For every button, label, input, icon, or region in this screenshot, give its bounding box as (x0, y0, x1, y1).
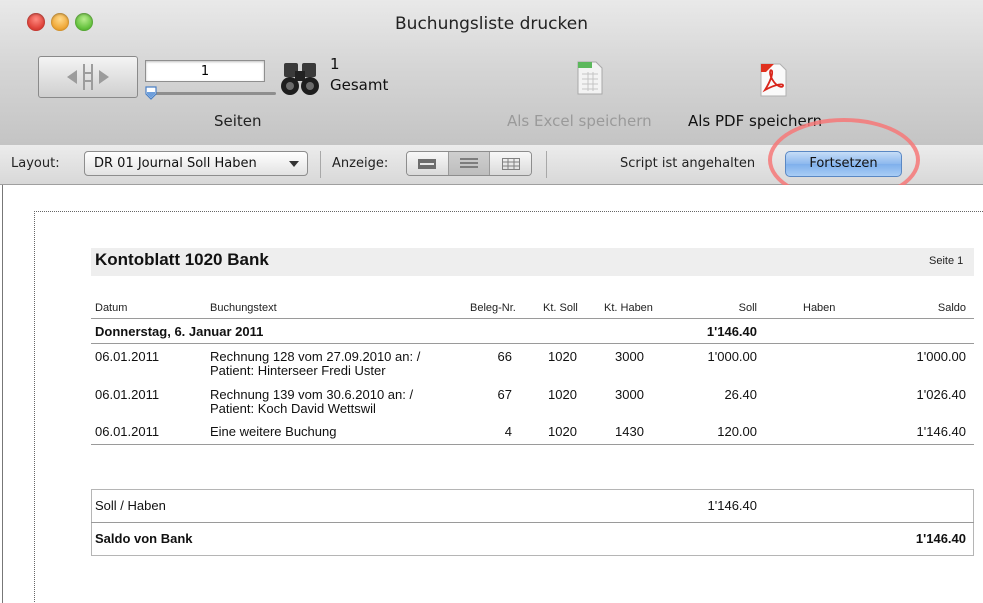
pdf-document-icon[interactable] (756, 62, 790, 98)
layout-select[interactable]: DR 01 Journal Soll Haben (84, 151, 308, 176)
summary-label: Soll / Haben (95, 498, 166, 513)
row-kt-haben: 3000 (615, 387, 644, 402)
page-next-icon[interactable] (99, 70, 109, 84)
group-date-label: Donnerstag, 6. Januar 2011 (95, 324, 264, 339)
row-kt-haben: 3000 (615, 349, 644, 364)
summary-soll: 1'146.40 (707, 498, 757, 513)
report-page-number: Seite 1 (929, 255, 964, 267)
column-header-haben: Haben (803, 302, 836, 314)
page-prev-icon[interactable] (67, 70, 77, 84)
row-kt-haben: 1430 (615, 424, 644, 439)
save-as-pdf-button[interactable]: Als PDF speichern (688, 112, 822, 130)
column-header-saldo: Saldo (937, 302, 966, 314)
page-number-input[interactable]: 1 (145, 60, 265, 82)
row-text-detail: Patient: Hinterseer Fredi Uster (210, 363, 386, 378)
row-beleg: 4 (504, 424, 512, 439)
group-total: 1'146.40 (706, 324, 757, 339)
view-list-button[interactable] (448, 152, 491, 175)
row-saldo: 1'146.40 (916, 424, 966, 439)
page-slider-track[interactable] (148, 92, 276, 95)
report-title: Kontoblatt 1020 Bank (95, 250, 269, 269)
row-soll: 120.00 (717, 424, 757, 439)
toolbar-divider (320, 151, 321, 178)
window-title: Buchungsliste drucken (395, 14, 588, 34)
row-soll: 1'000.00 (707, 349, 757, 364)
row-soll: 26.40 (724, 387, 757, 402)
row-kt-soll: 1020 (548, 387, 577, 402)
row-saldo: 1'000.00 (916, 349, 966, 364)
row-beleg: 66 (497, 349, 512, 364)
row-date: 06.01.2011 (95, 349, 160, 364)
saldo-label: Saldo von Bank (95, 531, 193, 546)
header-divider (91, 318, 974, 319)
list-view-icon (460, 157, 478, 168)
view-browse-button[interactable] (407, 152, 449, 175)
table-view-icon (501, 157, 520, 170)
row-text: Rechnung 139 vom 30.6.2010 an: / (210, 387, 414, 402)
layout-select-value: DR 01 Journal Soll Haben (94, 156, 257, 171)
page-total-count: 1 (330, 55, 340, 73)
column-header-soll: Soll (738, 302, 757, 314)
column-header-buchungstext: Buchungstext (210, 302, 277, 314)
browse-view-icon (418, 158, 437, 169)
print-window: Buchungsliste drucken 1 1 Gesamt Seiten (0, 0, 983, 603)
save-as-excel-button[interactable]: Als Excel speichern (507, 112, 652, 130)
row-kt-soll: 1020 (548, 349, 577, 364)
display-mode-segmented[interactable] (406, 151, 532, 176)
window-toolbar: Buchungsliste drucken 1 1 Gesamt Seiten (0, 0, 983, 146)
content-left-edge (2, 185, 7, 603)
row-text: Eine weitere Buchung (210, 424, 337, 439)
column-header-beleg: Beleg-Nr. (470, 302, 516, 314)
column-header-datum: Datum (95, 302, 128, 314)
book-spine-icon (83, 64, 93, 90)
display-label: Anzeige: (332, 156, 389, 171)
page-navigator[interactable] (38, 56, 138, 98)
chevron-down-icon (289, 161, 299, 167)
script-status-text: Script ist angehalten (620, 156, 756, 171)
column-header-kt-soll: Kt. Soll (543, 302, 578, 314)
rows-divider (91, 444, 974, 445)
page-total-label: Gesamt (330, 76, 389, 94)
binoculars-icon (281, 63, 319, 95)
saldo-value: 1'146.40 (915, 531, 966, 546)
row-date: 06.01.2011 (95, 387, 160, 402)
column-header-kt-haben: Kt. Haben (604, 302, 653, 314)
page-slider-knob[interactable] (145, 86, 157, 100)
row-text-detail: Patient: Koch David Wettswil (210, 401, 376, 416)
view-table-button[interactable] (490, 152, 531, 175)
group-divider (91, 343, 974, 344)
row-date: 06.01.2011 (95, 424, 160, 439)
row-kt-soll: 1020 (548, 424, 577, 439)
continue-button[interactable]: Fortsetzen (785, 151, 902, 177)
layout-bar: Layout: DR 01 Journal Soll Haben Anzeige… (0, 145, 983, 185)
pages-label: Seiten (214, 112, 262, 130)
toolbar-divider (546, 151, 547, 178)
row-text: Rechnung 128 vom 27.09.2010 an: / (210, 349, 421, 364)
row-saldo: 1'026.40 (916, 387, 966, 402)
row-beleg: 67 (497, 387, 512, 402)
excel-document-icon[interactable] (576, 60, 604, 96)
layout-label: Layout: (11, 156, 60, 171)
summary-divider (91, 522, 974, 523)
